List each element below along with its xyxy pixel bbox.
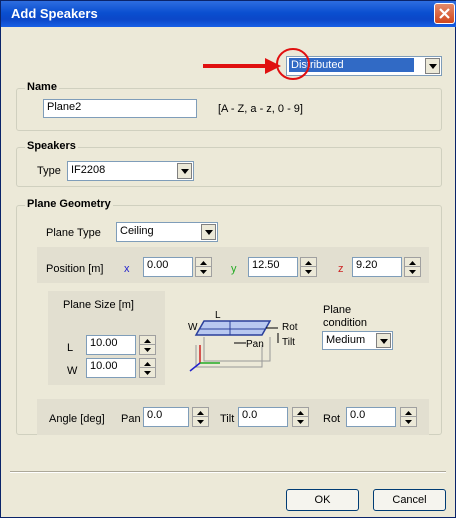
spin-up-icon bbox=[409, 261, 416, 265]
length-label: L bbox=[67, 342, 74, 354]
spin-up-button[interactable] bbox=[293, 408, 308, 417]
red-arrow-icon bbox=[203, 58, 281, 74]
position-z-stepper[interactable] bbox=[404, 257, 421, 277]
speakers-group-label: Speakers bbox=[25, 140, 78, 152]
pan-label: Pan bbox=[121, 413, 141, 425]
position-y-stepper[interactable] bbox=[300, 257, 317, 277]
diagram-tilt-label: Tilt bbox=[282, 337, 295, 348]
spin-up-button[interactable] bbox=[140, 336, 155, 345]
window-title: Add Speakers bbox=[11, 6, 98, 21]
diagram-w-label: W bbox=[188, 322, 198, 333]
chevron-down-icon bbox=[429, 64, 437, 69]
close-button[interactable] bbox=[434, 3, 455, 24]
spin-up-button[interactable] bbox=[140, 359, 155, 368]
spin-up-icon bbox=[200, 261, 207, 265]
spin-up-icon bbox=[305, 261, 312, 265]
spin-down-button[interactable] bbox=[193, 417, 208, 426]
plane-condition-value: Medium bbox=[326, 334, 366, 346]
spin-down-icon bbox=[409, 270, 416, 274]
plane-type-value: Ceiling bbox=[120, 225, 154, 237]
chevron-down-icon bbox=[181, 169, 189, 174]
spin-down-icon bbox=[297, 420, 304, 424]
plane-condition-dropdown-button[interactable] bbox=[376, 333, 391, 348]
speaker-type-label: Type bbox=[37, 165, 61, 177]
spin-up-button[interactable] bbox=[193, 408, 208, 417]
position-x-input[interactable]: 0.00 bbox=[143, 257, 193, 277]
add-speakers-dialog: Add Speakers Distributed Name Plane2 [A … bbox=[0, 0, 456, 518]
spin-down-icon bbox=[144, 371, 151, 375]
width-label: W bbox=[67, 365, 78, 377]
spin-down-icon bbox=[305, 270, 312, 274]
plane-type-select[interactable]: Ceiling bbox=[116, 222, 218, 242]
cancel-button[interactable]: Cancel bbox=[373, 489, 446, 511]
spin-down-button[interactable] bbox=[140, 368, 155, 377]
length-input[interactable]: 10.00 bbox=[86, 335, 136, 355]
spin-up-icon bbox=[405, 411, 412, 415]
spin-down-button[interactable] bbox=[405, 267, 420, 276]
bottom-separator bbox=[10, 471, 446, 473]
close-icon bbox=[439, 8, 450, 19]
angle-label: Angle [deg] bbox=[49, 413, 105, 425]
plane-diagram-icon bbox=[189, 320, 279, 372]
spin-up-icon bbox=[197, 411, 204, 415]
plane-type-label: Plane Type bbox=[46, 227, 101, 239]
rot-label: Rot bbox=[323, 413, 341, 425]
tilt-label: Tilt bbox=[220, 413, 235, 425]
spin-down-icon bbox=[200, 270, 207, 274]
plane-condition-select[interactable]: Medium bbox=[322, 331, 393, 350]
spin-down-button[interactable] bbox=[401, 417, 416, 426]
width-stepper[interactable] bbox=[139, 358, 156, 378]
rot-stepper[interactable] bbox=[400, 407, 417, 427]
pan-input[interactable]: 0.0 bbox=[143, 407, 189, 427]
speaker-type-value: IF2208 bbox=[71, 164, 106, 176]
spin-down-icon bbox=[144, 348, 151, 352]
name-group-label: Name bbox=[25, 81, 59, 93]
name-hint: [A - Z, a - z, 0 - 9] bbox=[218, 103, 303, 115]
spin-up-icon bbox=[144, 362, 151, 366]
spin-up-button[interactable] bbox=[405, 258, 420, 267]
title-bar: Add Speakers bbox=[1, 1, 456, 27]
plane-condition-label-line1: Plane bbox=[323, 304, 352, 316]
chevron-down-icon bbox=[205, 230, 213, 235]
z-axis-label: z bbox=[338, 263, 344, 275]
plane-size-label: Plane Size [m] bbox=[63, 299, 134, 311]
position-x-stepper[interactable] bbox=[195, 257, 212, 277]
name-input[interactable]: Plane2 bbox=[43, 99, 197, 118]
plane-type-dropdown-button[interactable] bbox=[201, 224, 216, 240]
spin-down-button[interactable] bbox=[140, 345, 155, 354]
x-axis-label: x bbox=[124, 263, 130, 275]
width-input[interactable]: 10.00 bbox=[86, 358, 136, 378]
red-circle-icon bbox=[276, 48, 310, 80]
spin-up-icon bbox=[144, 339, 151, 343]
tilt-input[interactable]: 0.0 bbox=[238, 407, 288, 427]
spin-up-button[interactable] bbox=[301, 258, 316, 267]
speaker-type-dropdown-button[interactable] bbox=[177, 163, 192, 179]
position-label: Position [m] bbox=[46, 263, 104, 275]
rot-input[interactable]: 0.0 bbox=[346, 407, 396, 427]
pan-stepper[interactable] bbox=[192, 407, 209, 427]
spin-down-icon bbox=[405, 420, 412, 424]
speaker-type-select[interactable]: IF2208 bbox=[67, 161, 194, 181]
plane-geometry-group-label: Plane Geometry bbox=[25, 198, 113, 210]
spin-down-button[interactable] bbox=[293, 417, 308, 426]
spin-down-icon bbox=[197, 420, 204, 424]
diagram-l-label: L bbox=[215, 310, 221, 321]
spin-up-button[interactable] bbox=[196, 258, 211, 267]
ok-button[interactable]: OK bbox=[286, 489, 359, 511]
plane-condition-label-line2: condition bbox=[323, 317, 368, 329]
spin-down-button[interactable] bbox=[196, 267, 211, 276]
distribution-dropdown-button[interactable] bbox=[425, 58, 440, 74]
spin-up-button[interactable] bbox=[401, 408, 416, 417]
tilt-stepper[interactable] bbox=[292, 407, 309, 427]
length-stepper[interactable] bbox=[139, 335, 156, 355]
diagram-rot-label: Rot bbox=[282, 322, 298, 333]
diagram-pan-label: Pan bbox=[246, 339, 264, 350]
y-axis-label: y bbox=[231, 263, 237, 275]
chevron-down-icon bbox=[380, 339, 388, 344]
position-z-input[interactable]: 9.20 bbox=[352, 257, 402, 277]
position-y-input[interactable]: 12.50 bbox=[248, 257, 298, 277]
spin-up-icon bbox=[297, 411, 304, 415]
spin-down-button[interactable] bbox=[301, 267, 316, 276]
